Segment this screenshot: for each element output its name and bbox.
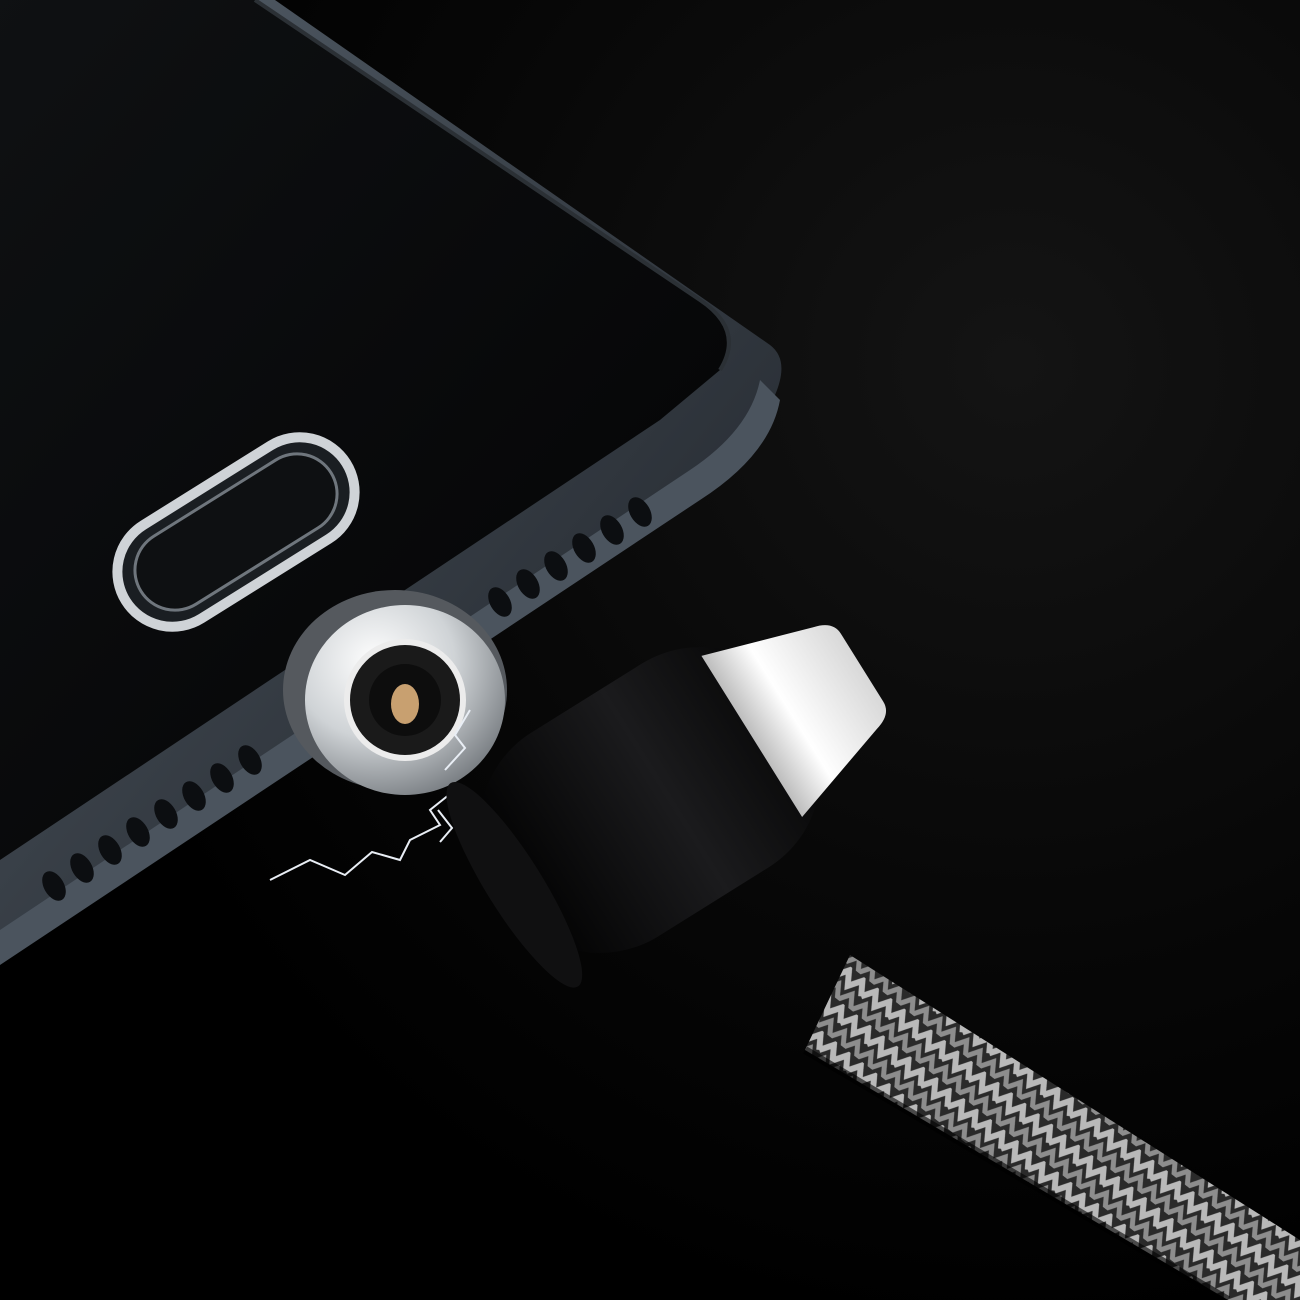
charging-pin bbox=[391, 684, 419, 724]
product-photo bbox=[0, 0, 1300, 1300]
